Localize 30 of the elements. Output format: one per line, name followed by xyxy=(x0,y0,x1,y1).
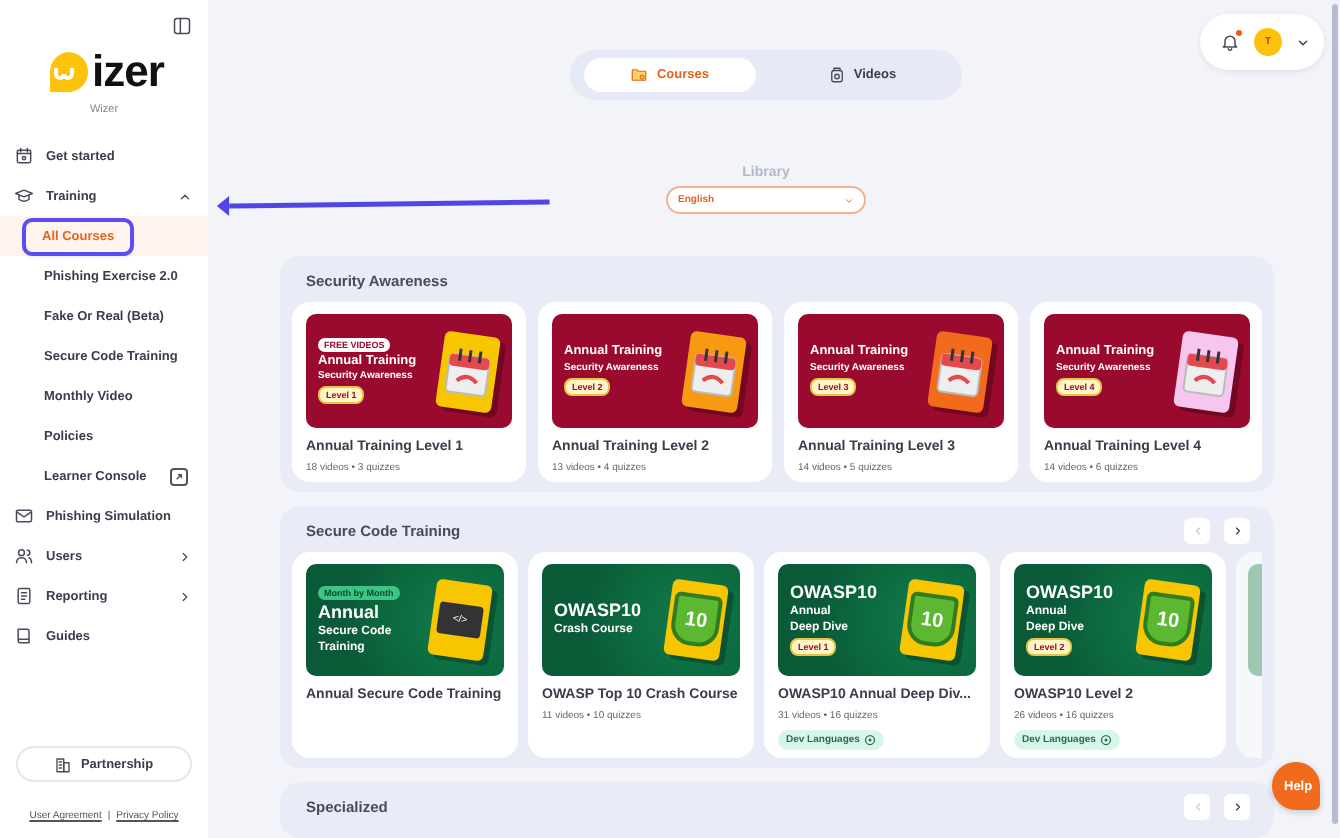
building-icon xyxy=(54,755,73,773)
notification-bell-icon[interactable] xyxy=(1220,32,1240,52)
report-icon xyxy=(14,586,34,606)
chevron-right-icon xyxy=(1231,524,1243,538)
wizer-logo: izer xyxy=(0,48,208,96)
video-icon xyxy=(827,66,846,84)
graduation-cap-icon xyxy=(14,186,34,206)
course-tile-drawing: 10 xyxy=(1135,578,1201,662)
sidebar-toggle-icon xyxy=(172,16,192,36)
chevron-left-icon xyxy=(1191,524,1203,538)
thumbnail-text: OWASP10 xyxy=(1026,583,1114,602)
thumbnail-text: OWASP10 xyxy=(554,602,642,621)
info-icon xyxy=(1099,734,1112,746)
thumbnail-text: Annual xyxy=(318,603,379,622)
calendar-icon xyxy=(14,146,34,166)
next-button[interactable] xyxy=(1224,794,1250,820)
chevron-right-icon xyxy=(1231,800,1243,814)
course-tile-drawing: 10 xyxy=(663,578,729,662)
course-tile-drawing: 10 xyxy=(899,578,965,662)
logo-mark-icon xyxy=(44,48,93,96)
folder-icon xyxy=(630,66,649,84)
thumbnail-text: OWASP10 xyxy=(790,583,878,602)
next-button[interactable] xyxy=(1224,518,1250,544)
users-icon xyxy=(14,546,34,566)
chevron-left-icon xyxy=(1191,800,1203,814)
chevron-down-icon xyxy=(844,193,854,207)
envelope-icon xyxy=(14,506,34,526)
book-icon xyxy=(14,626,34,646)
info-icon xyxy=(863,734,876,746)
chevron-down-icon xyxy=(1296,35,1310,49)
